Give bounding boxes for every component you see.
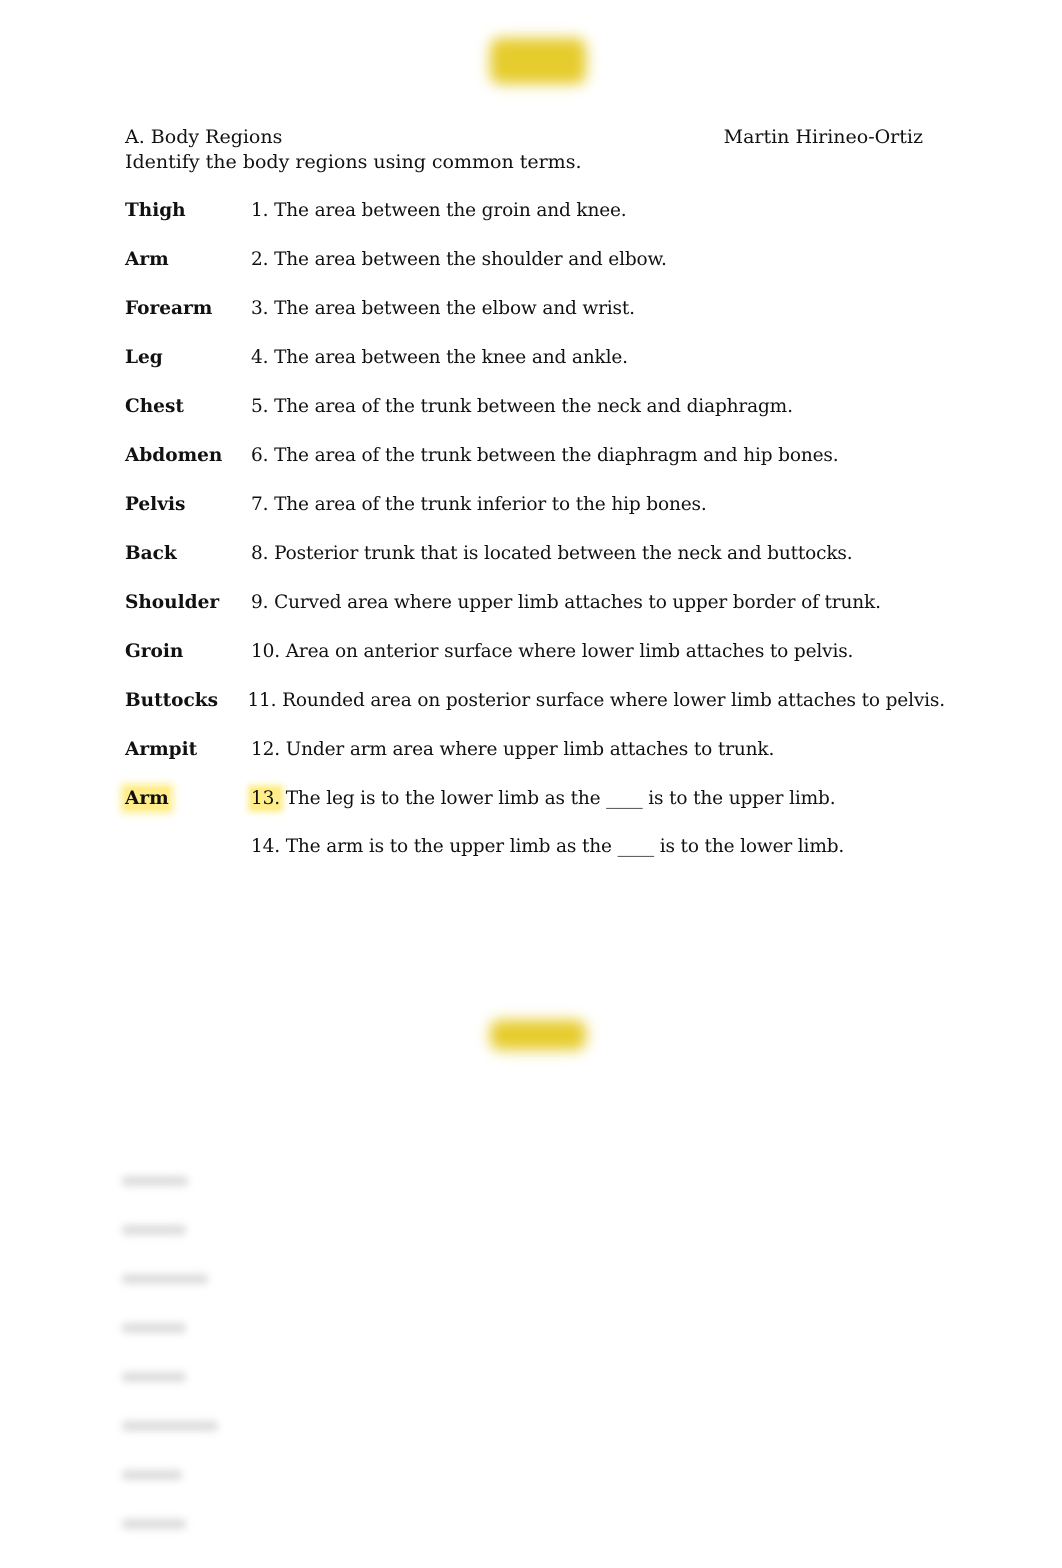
answer-cell: Buttocks: [125, 689, 247, 719]
question-number: 11.: [247, 690, 277, 711]
question-body: Posterior trunk that is located between …: [268, 543, 853, 564]
section-title: A. Body Regions: [125, 126, 283, 148]
question-body: The area of the trunk between the neck a…: [268, 396, 793, 417]
question-row: Arm 13. The leg is to the lower limb as t…: [125, 787, 945, 836]
question-body: The area of the trunk inferior to the hi…: [268, 494, 707, 515]
answer-text: Armpit: [125, 739, 198, 760]
answer-cell: Chest: [125, 395, 251, 425]
answer-text: Groin: [125, 641, 184, 662]
question-row: 14. The arm is to the upper limb as the …: [125, 836, 945, 885]
question-text: 3. The area between the elbow and wrist.: [251, 298, 635, 319]
question-number: 9.: [251, 592, 269, 613]
answer-text: Arm: [125, 249, 169, 270]
answer-text: Arm: [125, 788, 169, 809]
question-body: The area between the shoulder and elbow.: [268, 249, 667, 270]
question-number: 3.: [251, 298, 269, 319]
blurred-answer: [122, 1519, 186, 1529]
question-body: Under arm area where upper limb attaches…: [279, 739, 775, 760]
question-text: 8. Posterior trunk that is located betwe…: [251, 543, 853, 564]
page-number-highlight-bottom: [490, 1020, 586, 1050]
blurred-answer: [122, 1470, 182, 1480]
answer-cell: Forearm: [125, 297, 251, 327]
question-text: 14. The arm is to the upper limb as the …: [251, 836, 844, 857]
question-number: 1.: [251, 200, 269, 221]
page-number-highlight-top: [490, 38, 586, 84]
question-number: 13.: [251, 788, 280, 809]
question-body: The area between the elbow and wrist.: [268, 298, 635, 319]
answer-cell: Arm: [125, 248, 251, 278]
answer-cell: Leg: [125, 346, 251, 376]
question-number: 7.: [251, 494, 269, 515]
blurred-answer: [122, 1372, 186, 1382]
answer-text: Forearm: [125, 298, 213, 319]
question-row: Forearm 3. The area between the elbow and…: [125, 297, 945, 346]
question-row: Chest 5. The area of the trunk between th…: [125, 395, 945, 444]
answer-cell: Abdomen: [125, 444, 251, 474]
answer-cell: Back: [125, 542, 251, 572]
answer-cell: Groin: [125, 640, 251, 670]
question-row: Arm 2. The area between the shoulder and …: [125, 248, 945, 297]
question-number: 5.: [251, 396, 269, 417]
answer-cell: Pelvis: [125, 493, 251, 523]
blurred-answer: [122, 1323, 186, 1333]
question-body: Rounded area on posterior surface where …: [276, 690, 945, 711]
question-body: The area of the trunk between the diaphr…: [268, 445, 839, 466]
question-row: Armpit 12. Under arm area where upper lim…: [125, 738, 945, 787]
question-body: Area on anterior surface where lower lim…: [279, 641, 854, 662]
question-number: 8.: [251, 543, 269, 564]
question-row: Abdomen 6. The area of the trunk between …: [125, 444, 945, 493]
blurred-answer: [122, 1225, 186, 1235]
question-number: 10.: [251, 641, 280, 662]
question-body: The arm is to the upper limb as the ____…: [279, 836, 845, 857]
question-row: Leg 4. The area between the knee and ankl…: [125, 346, 945, 395]
answer-cell: Arm: [125, 787, 251, 809]
question-number: 12.: [251, 739, 280, 760]
question-text: 10. Area on anterior surface where lower…: [251, 641, 853, 662]
answer-text: Shoulder: [125, 592, 220, 613]
question-row: Thigh 1. The area between the groin and k…: [125, 199, 945, 248]
question-number: 2.: [251, 249, 269, 270]
question-body: The area between the groin and knee.: [268, 200, 627, 221]
question-body: The leg is to the lower limb as the ____…: [279, 788, 836, 809]
answer-text: Chest: [125, 396, 184, 417]
answer-cell: Shoulder: [125, 591, 251, 621]
question-text: 2. The area between the shoulder and elb…: [251, 249, 667, 270]
question-row: Shoulder 9. Curved area where upper limb …: [125, 591, 945, 640]
question-text: 12. Under arm area where upper limb atta…: [251, 739, 774, 760]
blurred-answer-list: [122, 1176, 218, 1568]
question-row: Buttocks 11. Rounded area on posterior su…: [125, 689, 945, 738]
question-list: Thigh 1. The area between the groin and k…: [125, 199, 945, 885]
author-name: Martin Hirineo-Ortiz: [723, 126, 923, 148]
answer-text: Thigh: [125, 200, 186, 221]
question-text: 5. The area of the trunk between the nec…: [251, 396, 793, 417]
question-number: 14.: [251, 836, 280, 857]
question-text: 6. The area of the trunk between the dia…: [251, 445, 839, 466]
question-number: 6.: [251, 445, 269, 466]
question-body: Curved area where upper limb attaches to…: [268, 592, 881, 613]
answer-cell: Thigh: [125, 199, 251, 229]
answer-text: Buttocks: [125, 690, 219, 711]
answer-text: Pelvis: [125, 494, 186, 515]
question-text: 11. Rounded area on posterior surface wh…: [247, 690, 945, 711]
answer-text: Abdomen: [125, 445, 223, 466]
blurred-answer: [122, 1176, 188, 1186]
blurred-answer: [122, 1274, 208, 1284]
question-row: Pelvis 7. The area of the trunk inferior …: [125, 493, 945, 542]
instructions: Identify the body regions using common t…: [125, 151, 582, 173]
answer-text: Back: [125, 543, 177, 564]
question-row: Back 8. Posterior trunk that is located b…: [125, 542, 945, 591]
question-text: 1. The area between the groin and knee.: [251, 200, 627, 221]
blurred-answer: [122, 1421, 218, 1431]
answer-text: Leg: [125, 347, 163, 368]
header-row: A. Body Regions Martin Hirineo-Ortiz: [125, 126, 923, 148]
question-text: 4. The area between the knee and ankle.: [251, 347, 628, 368]
question-row: Groin 10. Area on anterior surface where …: [125, 640, 945, 689]
question-text: 9. Curved area where upper limb attaches…: [251, 592, 881, 613]
question-body: The area between the knee and ankle.: [268, 347, 628, 368]
question-number: 4.: [251, 347, 269, 368]
question-text: 7. The area of the trunk inferior to the…: [251, 494, 707, 515]
question-text: 13. The leg is to the lower limb as the …: [251, 788, 836, 809]
answer-cell: Armpit: [125, 738, 251, 768]
